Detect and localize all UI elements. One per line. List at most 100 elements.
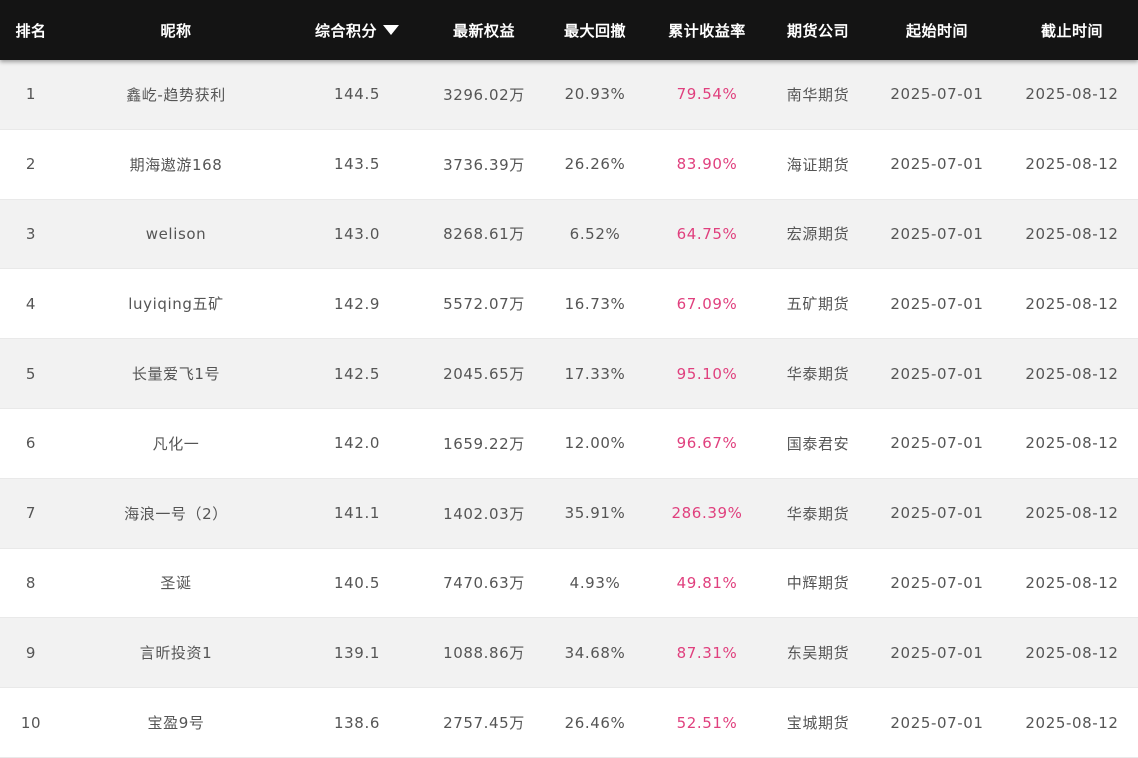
start-cell: 2025-07-01 [890, 294, 984, 313]
company-cell: 东吴期货 [786, 644, 850, 663]
company-cell: 华泰期货 [786, 504, 850, 523]
header-rank[interactable]: 排名 [0, 20, 62, 41]
drawdown-cell: 12.00% [564, 434, 626, 453]
company-cell: 华泰期货 [786, 365, 850, 384]
return-cell: 52.51% [676, 713, 738, 732]
table-row[interactable]: 6 凡化一 142.0 1659.22万 12.00% 96.67% 国泰君安 2025-07… [0, 408, 1138, 479]
table-row[interactable]: 8 圣诞 140.5 7470.63万 4.93% 49.81% 中辉期货 2025-07-0… [0, 548, 1138, 619]
score-cell: 139.1 [334, 643, 380, 662]
end-cell: 2025-08-12 [1025, 364, 1119, 383]
rank-cell: 3 [25, 224, 37, 243]
end-cell: 2025-08-12 [1025, 155, 1119, 174]
start-cell: 2025-07-01 [890, 155, 984, 174]
rank-cell: 2 [25, 155, 37, 174]
table-row[interactable]: 4 luyiqing五矿 142.9 5572.07万 16.73% 67.09% 五矿期货… [0, 269, 1138, 340]
nickname-cell: 凡化一 [152, 434, 200, 453]
header-score[interactable]: 综合积分 [290, 20, 424, 41]
score-cell: 142.0 [334, 434, 380, 453]
company-cell: 宝城期货 [786, 714, 850, 733]
end-cell: 2025-08-12 [1025, 434, 1119, 453]
drawdown-cell: 34.68% [564, 643, 626, 662]
drawdown-cell: 6.52% [569, 224, 621, 243]
table-row[interactable]: 1 鑫屹-趋势获利 144.5 3296.02万 20.93% 79.54% 南华期货 202… [0, 60, 1138, 130]
drawdown-cell: 4.93% [569, 573, 621, 592]
return-cell: 79.54% [676, 85, 738, 104]
table-row[interactable]: 10 宝盈9号 138.6 2757.45万 26.46% 52.51% 宝城期货 2025-… [0, 688, 1138, 758]
sort-desc-icon[interactable] [383, 25, 399, 35]
header-nickname[interactable]: 昵称 [62, 20, 290, 41]
rank-cell: 10 [20, 713, 42, 732]
start-cell: 2025-07-01 [890, 643, 984, 662]
rank-cell: 7 [25, 504, 37, 523]
end-cell: 2025-08-12 [1025, 224, 1119, 243]
equity-cell: 1402.03万 [443, 504, 525, 523]
nickname-cell: 期海遨游168 [129, 155, 223, 174]
score-cell: 141.1 [334, 504, 380, 523]
drawdown-cell: 17.33% [564, 364, 626, 383]
table-row[interactable]: 7 海浪一号（2） 141.1 1402.03万 35.91% 286.39% 华泰期货 20… [0, 478, 1138, 549]
rank-cell: 8 [25, 573, 37, 592]
equity-cell: 8268.61万 [443, 225, 525, 244]
score-cell: 142.5 [334, 364, 380, 383]
return-cell: 95.10% [676, 364, 738, 383]
table-row[interactable]: 3 welison 143.0 8268.61万 6.52% 64.75% 宏源期货 2025… [0, 199, 1138, 270]
end-cell: 2025-08-12 [1025, 85, 1119, 104]
table-header: 排名 昵称 综合积分 最新权益 最大回撤 累计收益率 期货公司 起始时间 截止时… [0, 0, 1138, 60]
return-cell: 286.39% [671, 504, 743, 523]
company-cell: 海证期货 [786, 155, 850, 174]
rank-cell: 4 [25, 294, 37, 313]
start-cell: 2025-07-01 [890, 504, 984, 523]
table-row[interactable]: 5 长量爱飞1号 142.5 2045.65万 17.33% 95.10% 华泰期货 2025… [0, 339, 1138, 409]
nickname-cell: 圣诞 [160, 574, 192, 593]
rank-cell: 6 [25, 434, 37, 453]
start-cell: 2025-07-01 [890, 434, 984, 453]
table-row[interactable]: 2 期海遨游168 143.5 3736.39万 26.26% 83.90% 海证期货 202… [0, 129, 1138, 200]
nickname-cell: 长量爱飞1号 [131, 365, 221, 384]
end-cell: 2025-08-12 [1025, 713, 1119, 732]
header-end[interactable]: 截止时间 [1006, 20, 1138, 41]
ranking-table: 排名 昵称 综合积分 最新权益 最大回撤 累计收益率 期货公司 起始时间 截止时… [0, 0, 1138, 758]
drawdown-cell: 26.46% [564, 713, 626, 732]
drawdown-cell: 16.73% [564, 294, 626, 313]
table-row[interactable]: 9 言昕投资1 139.1 1088.86万 34.68% 87.31% 东吴期货 2025-… [0, 618, 1138, 689]
header-company[interactable]: 期货公司 [768, 20, 868, 41]
rank-cell: 5 [25, 364, 37, 383]
return-cell: 83.90% [676, 155, 738, 174]
equity-cell: 2757.45万 [443, 714, 525, 733]
start-cell: 2025-07-01 [890, 573, 984, 592]
equity-cell: 1088.86万 [443, 644, 525, 663]
table-body: 1 鑫屹-趋势获利 144.5 3296.02万 20.93% 79.54% 南华期货 202… [0, 60, 1138, 758]
nickname-cell: 鑫屹-趋势获利 [126, 85, 226, 104]
header-return[interactable]: 累计收益率 [646, 20, 768, 41]
return-cell: 64.75% [676, 224, 738, 243]
score-cell: 143.0 [334, 224, 380, 243]
nickname-cell: luyiqing五矿 [128, 295, 224, 314]
equity-cell: 1659.22万 [443, 434, 525, 453]
score-cell: 140.5 [334, 573, 380, 592]
equity-cell: 5572.07万 [443, 295, 525, 314]
nickname-cell: 海浪一号（2） [124, 504, 228, 523]
end-cell: 2025-08-12 [1025, 573, 1119, 592]
equity-cell: 2045.65万 [443, 365, 525, 384]
company-cell: 宏源期货 [786, 225, 850, 244]
drawdown-cell: 35.91% [564, 504, 626, 523]
header-start[interactable]: 起始时间 [868, 20, 1006, 41]
nickname-cell: 言昕投资1 [139, 644, 213, 663]
start-cell: 2025-07-01 [890, 364, 984, 383]
start-cell: 2025-07-01 [890, 85, 984, 104]
header-score-label: 综合积分 [314, 21, 377, 40]
return-cell: 96.67% [676, 434, 738, 453]
score-cell: 142.9 [334, 294, 380, 313]
header-equity[interactable]: 最新权益 [424, 20, 544, 41]
rank-cell: 1 [25, 85, 37, 104]
header-drawdown[interactable]: 最大回撤 [544, 20, 646, 41]
drawdown-cell: 26.26% [564, 155, 626, 174]
drawdown-cell: 20.93% [564, 85, 626, 104]
score-cell: 143.5 [334, 155, 380, 174]
return-cell: 67.09% [676, 294, 738, 313]
rank-cell: 9 [25, 643, 37, 662]
return-cell: 49.81% [676, 573, 738, 592]
return-cell: 87.31% [676, 643, 738, 662]
equity-cell: 3296.02万 [443, 85, 525, 104]
start-cell: 2025-07-01 [890, 224, 984, 243]
